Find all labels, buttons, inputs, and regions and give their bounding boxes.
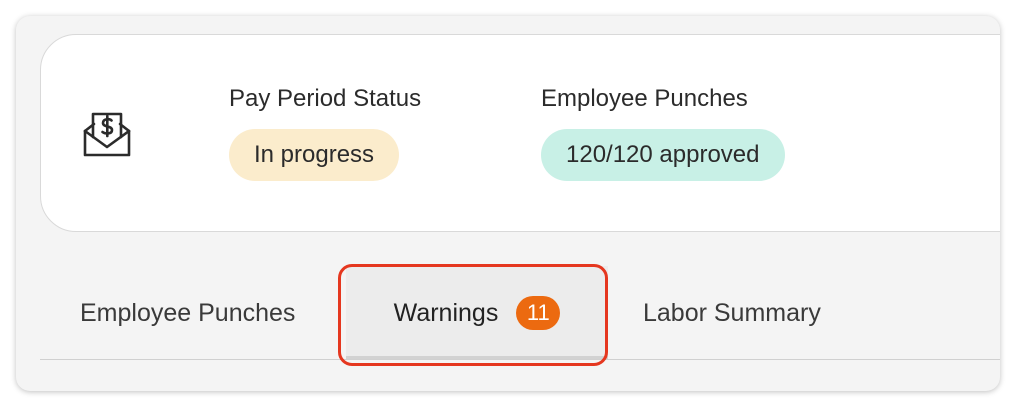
tab-warnings[interactable]: Warnings 11: [346, 266, 608, 360]
summary-card: Pay Period Status In progress Employee P…: [40, 34, 1000, 232]
tab-bar: Employee Punches Warnings 11 Labor Summa…: [40, 266, 1000, 360]
employee-punches-status: Employee Punches 120/120 approved: [541, 83, 785, 181]
envelope-dollar-icon: [83, 112, 131, 157]
pay-period-status: Pay Period Status In progress: [229, 83, 421, 181]
tab-labor-summary[interactable]: Labor Summary: [643, 266, 821, 360]
tab-employee-punches-label: Employee Punches: [80, 298, 296, 327]
pay-period-panel: Pay Period Status In progress Employee P…: [16, 16, 1000, 391]
tab-labor-summary-label: Labor Summary: [643, 298, 821, 327]
warnings-count-badge: 11: [516, 296, 561, 330]
pay-period-status-label: Pay Period Status: [229, 85, 422, 112]
tab-warnings-label: Warnings: [393, 298, 499, 327]
tab-divider: [40, 359, 1000, 360]
tab-employee-punches[interactable]: Employee Punches: [80, 266, 295, 360]
employee-punches-badge: 120/120 approved: [541, 129, 785, 181]
pay-period-status-badge: In progress: [229, 129, 400, 181]
employee-punches-label: Employee Punches: [541, 85, 748, 112]
